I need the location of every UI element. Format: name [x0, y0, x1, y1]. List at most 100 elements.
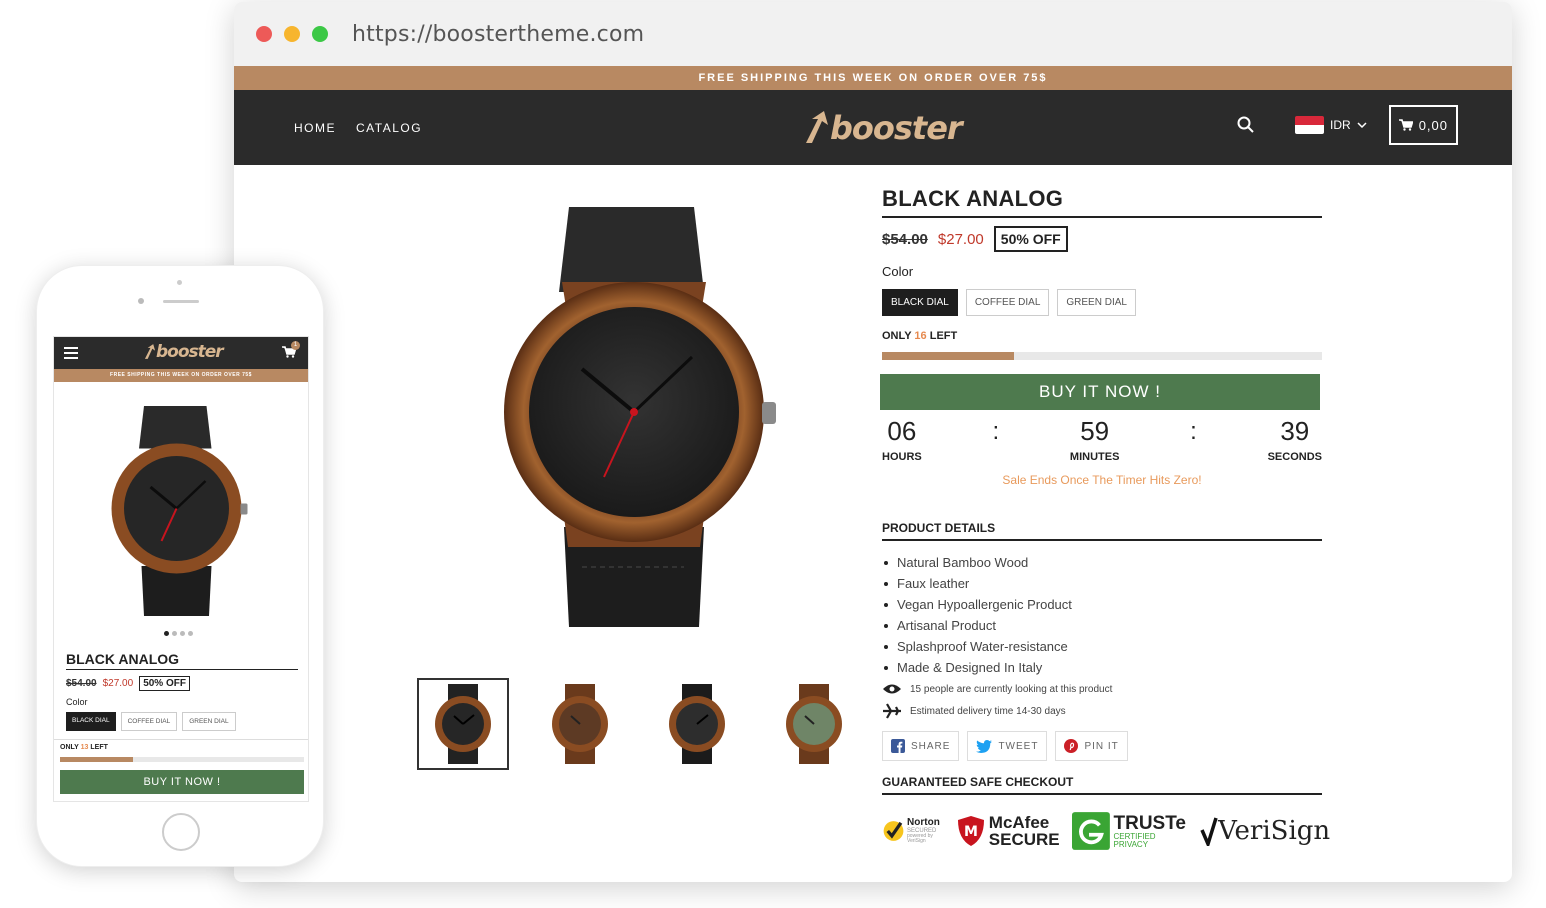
thumbnail-strip [417, 678, 860, 770]
verisign-badge: VeriSign [1200, 816, 1330, 846]
mobile-color-label: Color [66, 697, 88, 707]
verisign-check-icon [1200, 817, 1218, 846]
pagination-dot[interactable] [188, 631, 193, 636]
header-actions: IDR 0,00 [1237, 105, 1458, 145]
mobile-color-coffee[interactable]: COFFEE DIAL [120, 712, 178, 731]
norton-check-icon [883, 821, 904, 841]
mobile-color-black[interactable]: BLACK DIAL [66, 712, 116, 731]
mobile-color-options: BLACK DIAL COFFEE DIAL GREEN DIAL [66, 712, 298, 731]
phone-screen: booster 1 FREE SHIPPING THIS WEEK ON ORD… [53, 336, 309, 802]
cart-icon [1398, 119, 1413, 131]
color-option-green[interactable]: GREEN DIAL [1057, 289, 1136, 316]
watch-image [504, 207, 776, 627]
detail-item: Faux leather [882, 576, 1322, 591]
discount-badge: 50% OFF [993, 226, 1068, 252]
sale-price: $27.00 [937, 230, 984, 248]
product-details-list: Natural Bamboo Wood Faux leather Vegan H… [882, 555, 1322, 675]
mobile-product-image[interactable] [104, 401, 254, 626]
twitter-icon [976, 739, 993, 753]
facebook-share-button[interactable]: SHARE [882, 731, 960, 761]
timer-hours: 06 HOURS [882, 416, 922, 463]
pagination-dot[interactable] [172, 631, 177, 636]
delivery-notice: Estimated delivery time 14-30 days [882, 703, 1322, 719]
main-menu: HOME CATALOG [294, 90, 422, 165]
watch-image [111, 406, 248, 616]
detail-item: Vegan Hypoallergenic Product [882, 597, 1322, 612]
pagination-dot[interactable] [180, 631, 185, 636]
detail-item: Made & Designed In Italy [882, 660, 1322, 675]
mobile-stock-progress-fill [60, 757, 134, 762]
thumbnail-black[interactable] [417, 678, 509, 770]
mobile-cart-button[interactable]: 1 [282, 341, 300, 363]
watch-thumbnail [552, 684, 608, 764]
pinterest-share-button[interactable]: PIN IT [1055, 731, 1128, 761]
address-bar[interactable]: https://boostertheme.com [352, 22, 644, 47]
trust-badges: Norton SECURED powered by VeriSign M McA… [882, 811, 1330, 851]
mobile-product-title: BLACK ANALOG [66, 651, 298, 670]
search-icon[interactable] [1237, 116, 1255, 134]
indonesia-flag-icon [1295, 116, 1325, 134]
watch-thumbnail [669, 684, 725, 764]
store-logo[interactable]: booster [804, 106, 963, 150]
truste-icon [1071, 812, 1110, 850]
old-price: $54.00 [882, 230, 928, 248]
timer-separator: : [1190, 418, 1197, 445]
stock-notice: ONLY 16 LEFT [882, 330, 958, 342]
buy-now-button[interactable]: BUY IT NOW ! [880, 374, 1320, 410]
mobile-header: booster 1 [54, 337, 308, 369]
mobile-product-info: BLACK ANALOG $54.00 $27.00 50% OFF Color… [66, 651, 298, 731]
mobile-stock-notice: ONLY 13 LEFT [60, 744, 108, 751]
detail-item: Artisanal Product [882, 618, 1322, 633]
phone-speaker [163, 300, 199, 303]
product-title: BLACK ANALOG [882, 186, 1322, 218]
mobile-logo[interactable]: booster [144, 342, 224, 362]
thumbnail-dark[interactable] [651, 678, 743, 770]
cart-count-badge: 1 [291, 341, 300, 350]
mobile-stock-progress-bar [60, 757, 304, 762]
timer-seconds: 39 SECONDS [1267, 416, 1322, 463]
sale-ends-note: Sale Ends Once The Timer Hits Zero! [1002, 473, 1202, 487]
color-option-black[interactable]: BLACK DIAL [882, 289, 958, 316]
watch-thumbnail [435, 684, 491, 764]
color-option-coffee[interactable]: COFFEE DIAL [965, 289, 1050, 316]
watch-thumbnail [786, 684, 842, 764]
color-label: Color [882, 264, 914, 279]
minimize-window-dot[interactable] [284, 26, 300, 42]
stock-progress-fill [882, 352, 1014, 360]
countdown-timer: 06 HOURS : 59 MINUTES : 39 SECONDS [882, 416, 1322, 463]
mcafee-badge: M McAfee SECURE [957, 814, 1060, 848]
pagination-dot[interactable] [164, 631, 169, 636]
cart-button[interactable]: 0,00 [1388, 105, 1458, 145]
maximize-window-dot[interactable] [312, 26, 328, 42]
mobile-buy-now-button[interactable]: BUY IT NOW ! [60, 770, 304, 794]
product-main-image[interactable] [494, 197, 784, 637]
nav-catalog-link[interactable]: CATALOG [356, 121, 422, 135]
currency-selector[interactable]: IDR [1295, 116, 1367, 134]
logo-arrow-icon [144, 344, 156, 359]
thumbnail-green[interactable] [768, 678, 860, 770]
browser-chrome: https://boostertheme.com [234, 2, 1512, 66]
twitter-share-button[interactable]: TWEET [967, 731, 1048, 761]
close-window-dot[interactable] [256, 26, 272, 42]
logo-arrow-icon [806, 111, 828, 143]
svg-text:M: M [964, 824, 978, 840]
nav-home-link[interactable]: HOME [294, 121, 336, 135]
phone-camera [177, 280, 182, 285]
phone-sensor [138, 298, 144, 304]
share-buttons: SHARE TWEET PIN IT [882, 731, 1322, 761]
mobile-purchase-box: ONLY 13 LEFT BUY IT NOW ! [54, 739, 308, 801]
store-header: HOME CATALOG booster IDR 0,00 [234, 90, 1512, 165]
truste-badge: TRUSTe CERTIFIED PRIVACY [1071, 811, 1188, 851]
facebook-icon [891, 739, 905, 753]
product-details-heading: PRODUCT DETAILS [882, 521, 1322, 541]
phone-home-button[interactable] [162, 813, 200, 851]
thumbnail-coffee[interactable] [534, 678, 626, 770]
color-options: BLACK DIAL COFFEE DIAL GREEN DIAL [882, 289, 1322, 316]
stock-progress-bar [882, 352, 1322, 360]
mcafee-shield-icon: M [957, 816, 984, 846]
price-row: $54.00 $27.00 50% OFF [882, 226, 1322, 252]
hamburger-menu-icon[interactable] [64, 347, 78, 359]
mobile-old-price: $54.00 [66, 678, 97, 689]
chevron-down-icon [1357, 122, 1367, 129]
mobile-color-green[interactable]: GREEN DIAL [182, 712, 236, 731]
